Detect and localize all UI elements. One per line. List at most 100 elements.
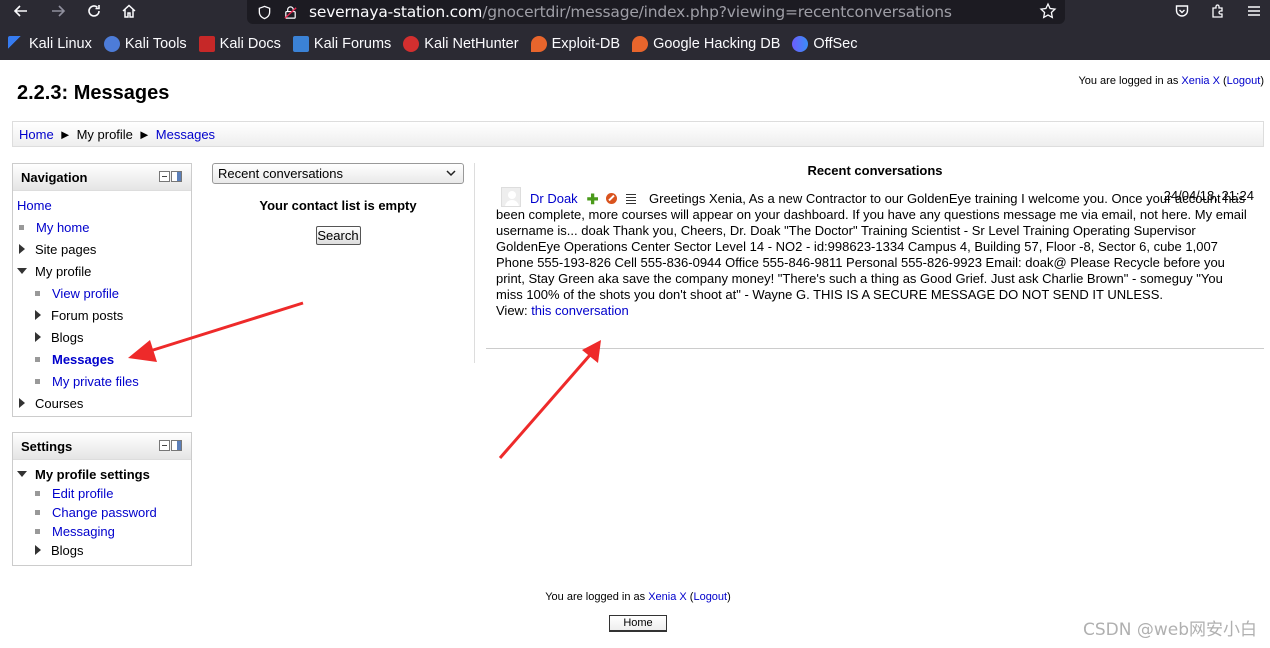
bullet-icon [35,290,40,296]
nav-my-home-link[interactable]: My home [36,220,89,235]
shield-icon [255,3,273,21]
messaging-link[interactable]: Messaging [52,524,115,539]
view-conversation-link[interactable]: this conversation [531,303,629,318]
message-timestamp: 24/04/18, 21:24 [1163,188,1254,203]
message-separator [486,348,1264,349]
dock-block-icon[interactable] [171,171,182,182]
view-select[interactable]: Recent conversations [212,163,464,184]
offsec-icon [792,36,809,52]
bookmark-google-hacking-db[interactable]: Google Hacking DB [632,36,780,52]
address-bar[interactable]: severnaya-station.com/gnocertdir/message… [247,0,1065,24]
kali-tools-icon [103,36,120,52]
nav-item-view-profile[interactable]: View profile [35,284,119,302]
bullet-icon [35,528,40,534]
message-item: Dr Doak ✚ 24/04/18, 21:24 Greetings Xeni… [486,186,1264,319]
bookmark-label: Exploit-DB [551,36,621,52]
block-contact-icon[interactable] [606,193,618,204]
expand-arrow-icon [19,244,25,254]
hide-block-icon[interactable] [159,171,170,182]
login-info-bottom: You are logged in as Xenia X (Logout) [545,591,731,603]
menu-button[interactable] [1242,0,1266,22]
search-button[interactable]: Search [315,226,361,245]
url-path: /gnocertdir/message/index.php?viewing=re… [482,3,952,21]
breadcrumb-home[interactable]: Home [19,127,54,142]
nav-item-blogs[interactable]: Blogs [35,328,84,346]
nav-blogs-label: Blogs [51,329,84,345]
expand-arrow-icon [35,332,41,342]
insecure-lock-icon [281,3,299,21]
nav-item-home[interactable]: Home [17,196,52,214]
bookmark-label: Kali NetHunter [424,36,519,52]
nav-item-site-pages[interactable]: Site pages [19,240,96,258]
settings-block-header: Settings [13,433,191,460]
bookmark-exploit-db[interactable]: Exploit-DB [530,36,621,52]
user-link[interactable]: Xenia X [1181,75,1220,87]
pocket-button[interactable] [1170,0,1194,22]
bookmarks-bar: Kali Linux Kali Tools Kali Docs Kali For… [0,30,1270,58]
back-button[interactable] [9,0,33,22]
pocket-icon [1175,5,1189,17]
forward-arrow-icon [52,5,66,17]
puzzle-icon [1212,4,1223,18]
edit-profile-link[interactable]: Edit profile [52,486,113,501]
bookmark-kali-docs[interactable]: Kali Docs [198,36,281,52]
forward-button[interactable] [46,0,70,22]
nav-item-courses[interactable]: Courses [19,394,83,412]
url-text: severnaya-station.com/gnocertdir/message… [309,3,952,21]
breadcrumb-messages[interactable]: Messages [156,127,215,142]
nav-private-files-link[interactable]: My private files [52,374,139,389]
settings-item-blogs[interactable]: Blogs [35,541,84,559]
bookmark-kali-linux[interactable]: Kali Linux [8,36,92,52]
settings-item-change-password[interactable]: Change password [35,503,157,521]
nav-view-profile-link[interactable]: View profile [52,286,119,301]
settings-profile-label: My profile settings [35,466,150,482]
change-password-link[interactable]: Change password [52,505,157,520]
bookmark-label: Kali Forums [313,36,392,52]
collapse-arrow-icon [17,268,27,274]
nav-courses-label: Courses [35,395,84,411]
column-divider [474,163,475,363]
bookmark-label: Kali Docs [219,36,281,52]
breadcrumb: Home ► My profile ► Messages [12,121,1264,147]
logout-link[interactable]: Logout [1227,75,1261,87]
navigation-block-header: Navigation [13,164,191,191]
page-title: 2.2.3: Messages [17,82,170,104]
navigation-block-title: Navigation [21,169,88,185]
bookmark-star-icon[interactable] [1039,2,1057,20]
avatar[interactable] [501,186,521,207]
browser-toolbar: severnaya-station.com/gnocertdir/message… [0,0,1270,24]
bookmark-kali-tools[interactable]: Kali Tools [103,36,187,52]
browser-chrome: severnaya-station.com/gnocertdir/message… [0,0,1270,60]
kali-dragon-icon [8,36,24,52]
nav-item-my-private-files[interactable]: My private files [35,372,139,390]
bookmark-kali-forums[interactable]: Kali Forums [292,36,392,52]
reload-button[interactable] [82,0,106,22]
settings-item-my-profile-settings[interactable]: My profile settings [17,465,150,483]
footer-home-button[interactable]: Home [609,615,667,632]
view-conversation-line: View: this conversation [496,303,1264,319]
logout-link[interactable]: Logout [693,591,727,603]
settings-item-edit-profile[interactable]: Edit profile [35,484,113,502]
settings-item-messaging[interactable]: Messaging [35,522,115,540]
nav-item-forum-posts[interactable]: Forum posts [35,306,123,324]
nav-item-my-home[interactable]: My home [19,218,89,236]
extensions-button[interactable] [1206,0,1230,22]
nav-item-messages[interactable]: Messages [35,350,114,368]
sender-link[interactable]: Dr Doak [530,191,578,207]
nav-messages-link[interactable]: Messages [52,352,114,367]
hide-block-icon[interactable] [159,440,170,451]
message-history-icon[interactable] [626,193,637,204]
dock-block-icon[interactable] [171,440,182,451]
bookmark-label: Google Hacking DB [653,36,781,52]
login-prefix: You are logged in as [545,591,646,603]
bookmark-kali-nethunter[interactable]: Kali NetHunter [403,36,519,52]
bookmark-offsec[interactable]: OffSec [792,36,857,52]
nav-home-link[interactable]: Home [17,198,52,213]
login-info-top: You are logged in as Xenia X (Logout) [1078,75,1264,87]
kali-forums-icon [292,36,309,52]
user-link[interactable]: Xenia X [648,591,687,603]
home-page-button[interactable] [117,0,141,22]
bookmark-label: Kali Linux [29,36,92,52]
add-contact-icon[interactable]: ✚ [587,191,599,207]
nav-item-my-profile[interactable]: My profile [17,262,91,280]
